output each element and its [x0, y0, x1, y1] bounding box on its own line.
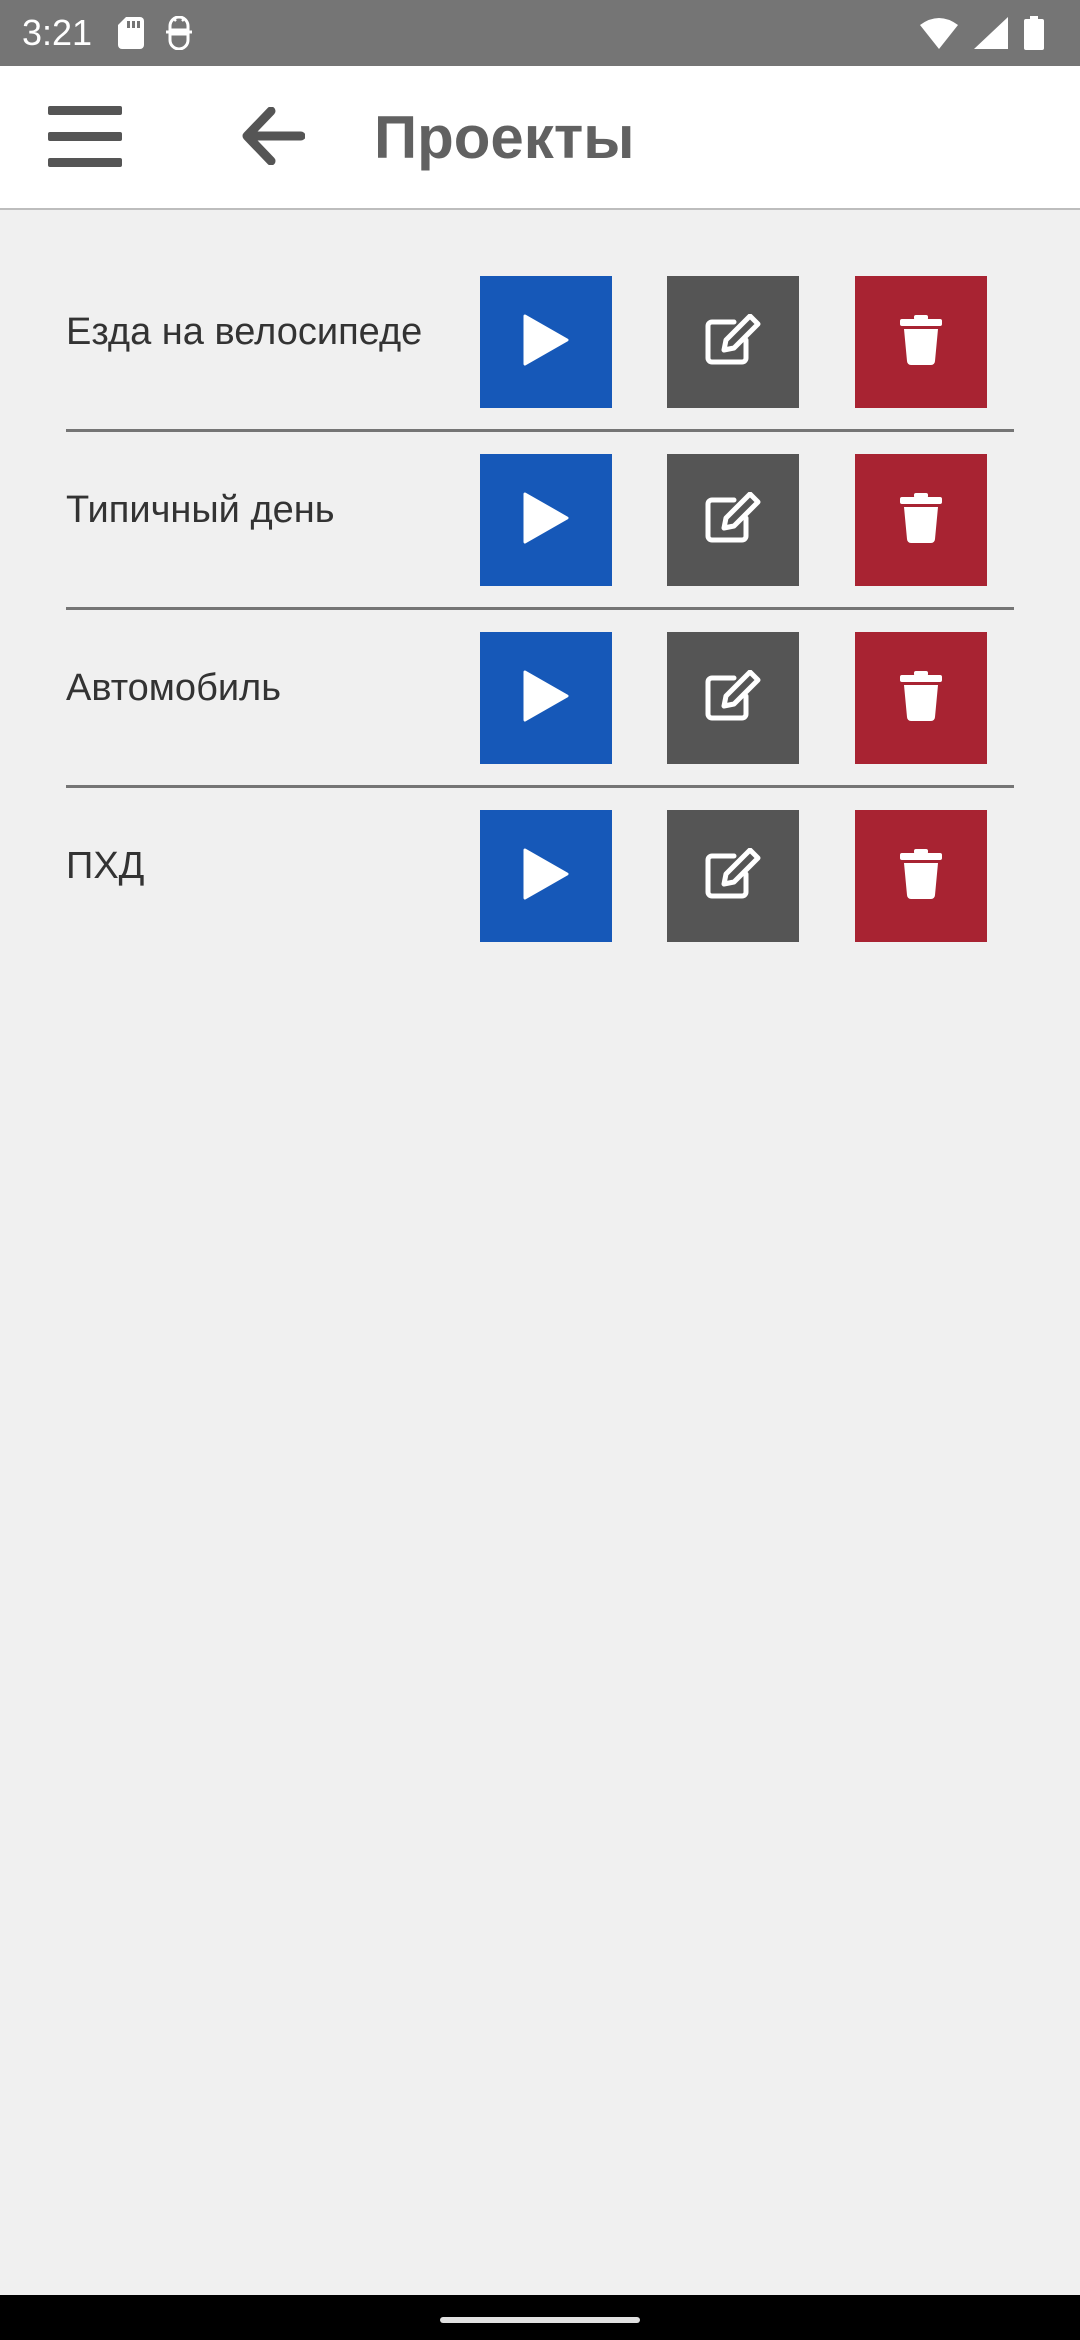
play-button[interactable]: [480, 454, 612, 586]
hamburger-menu-icon: [48, 104, 122, 173]
home-indicator[interactable]: [440, 2317, 640, 2323]
sd-card-icon: [118, 17, 144, 49]
status-left-icons: [118, 14, 194, 52]
status-right-icons: [920, 14, 1044, 52]
trash-icon: [900, 314, 942, 370]
play-button[interactable]: [480, 276, 612, 408]
status-bar: 3:21: [0, 0, 1080, 66]
edit-icon: [704, 313, 762, 371]
menu-button[interactable]: [40, 100, 130, 176]
edit-button[interactable]: [667, 632, 799, 764]
play-icon: [523, 314, 569, 371]
edit-button[interactable]: [667, 276, 799, 408]
project-name: ПХД: [66, 844, 145, 887]
app-screen: 3:21 Проекты Езда на велосипеде Типичный…: [0, 0, 1080, 2340]
play-button[interactable]: [480, 810, 612, 942]
status-time: 3:21: [22, 12, 93, 53]
play-button[interactable]: [480, 632, 612, 764]
system-nav-bar: [0, 2295, 1080, 2340]
trash-icon: [900, 492, 942, 548]
page-title: Проекты: [374, 104, 635, 171]
cell-signal-icon: [974, 17, 1008, 49]
trash-icon: [900, 848, 942, 904]
trash-icon: [900, 670, 942, 726]
edit-button[interactable]: [667, 810, 799, 942]
project-row: Автомобиль: [66, 610, 1014, 788]
wifi-icon: [920, 17, 958, 49]
project-name: Автомобиль: [66, 666, 282, 709]
project-name: Езда на велосипеде: [66, 310, 423, 353]
android-debug-icon: [164, 16, 194, 50]
edit-icon: [704, 491, 762, 549]
play-icon: [523, 492, 569, 549]
delete-button[interactable]: [855, 276, 987, 408]
app-bar: Проекты: [0, 66, 1080, 210]
project-row: Езда на велосипеде: [66, 254, 1014, 432]
delete-button[interactable]: [855, 454, 987, 586]
arrow-left-icon: [241, 106, 306, 170]
edit-button[interactable]: [667, 454, 799, 586]
play-icon: [523, 670, 569, 727]
edit-icon: [704, 847, 762, 905]
back-button[interactable]: [228, 100, 318, 176]
project-row: ПХД: [66, 788, 1014, 966]
battery-icon: [1024, 16, 1044, 50]
delete-button[interactable]: [855, 632, 987, 764]
project-name: Типичный день: [66, 488, 335, 531]
project-list: Езда на велосипеде Типичный день Автомоб…: [66, 254, 1014, 966]
project-row: Типичный день: [66, 432, 1014, 610]
play-icon: [523, 848, 569, 905]
delete-button[interactable]: [855, 810, 987, 942]
edit-icon: [704, 669, 762, 727]
